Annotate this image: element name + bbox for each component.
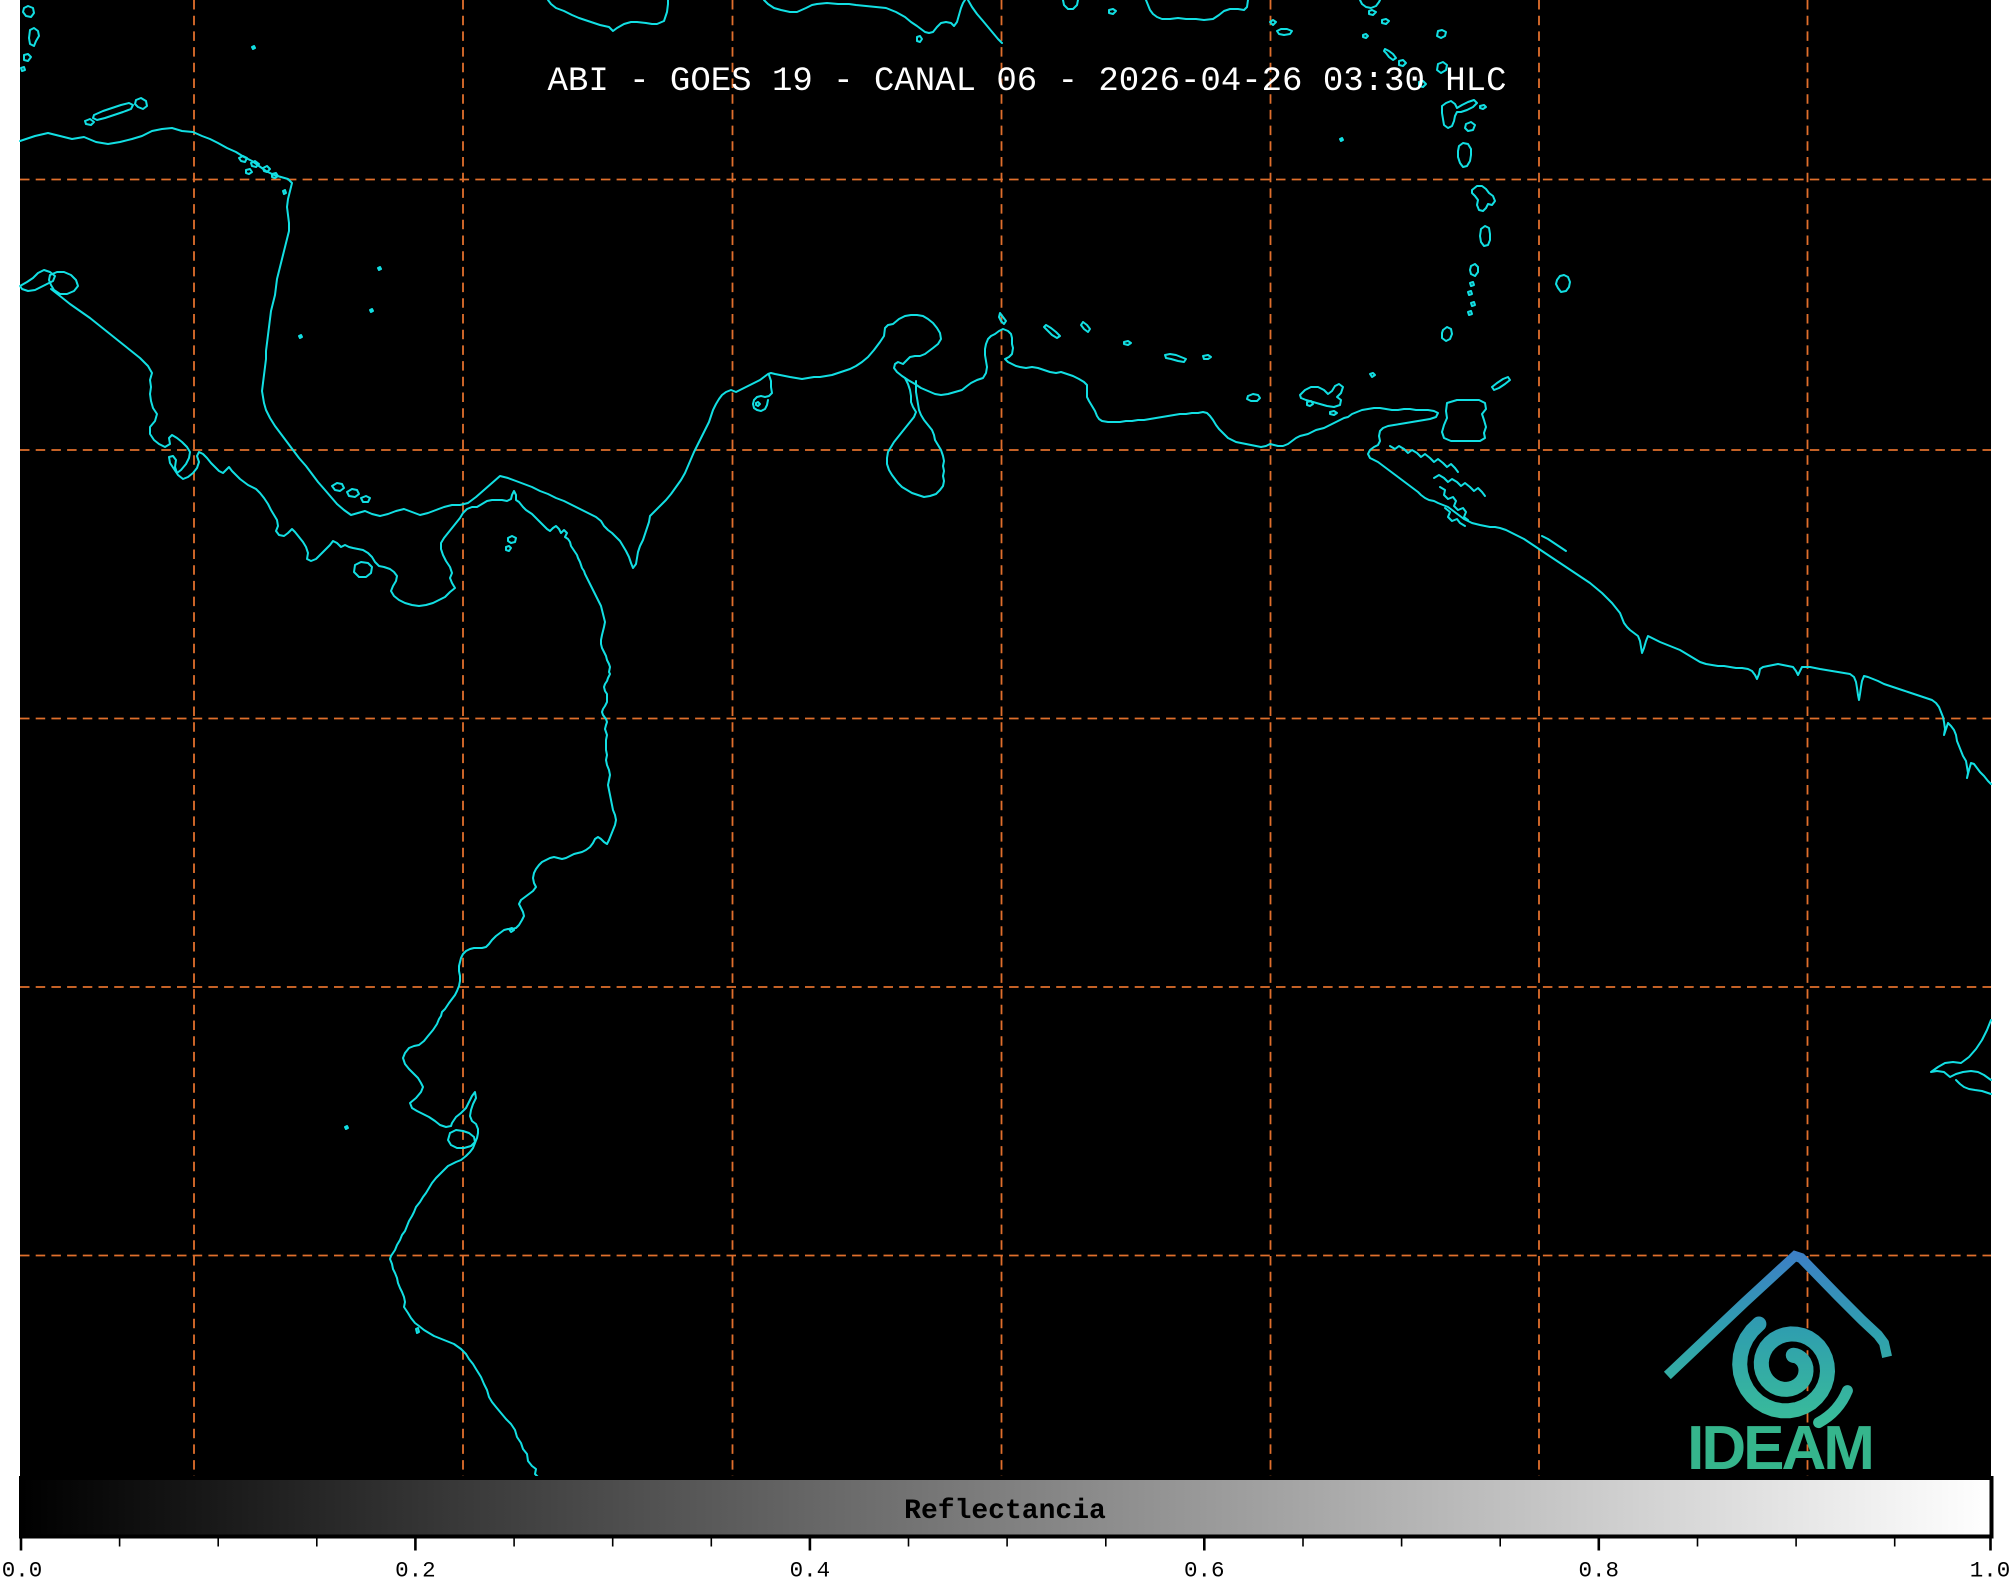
svg-text:1.0: 1.0	[1970, 1558, 2011, 1577]
svg-text:0.4: 0.4	[790, 1558, 831, 1577]
svg-text:0.8: 0.8	[1579, 1558, 1620, 1577]
svg-text:ABI - GOES 19 - CANAL 06 - 202: ABI - GOES 19 - CANAL 06 - 2026-04-26 03…	[548, 63, 1507, 101]
svg-text:0.0: 0.0	[2, 1558, 43, 1577]
svg-text:IDEAM: IDEAM	[1687, 1414, 1872, 1483]
svg-text:0.2: 0.2	[395, 1558, 436, 1577]
svg-text:0.6: 0.6	[1184, 1558, 1225, 1577]
svg-text:Reflectancia: Reflectancia	[904, 1496, 1106, 1527]
